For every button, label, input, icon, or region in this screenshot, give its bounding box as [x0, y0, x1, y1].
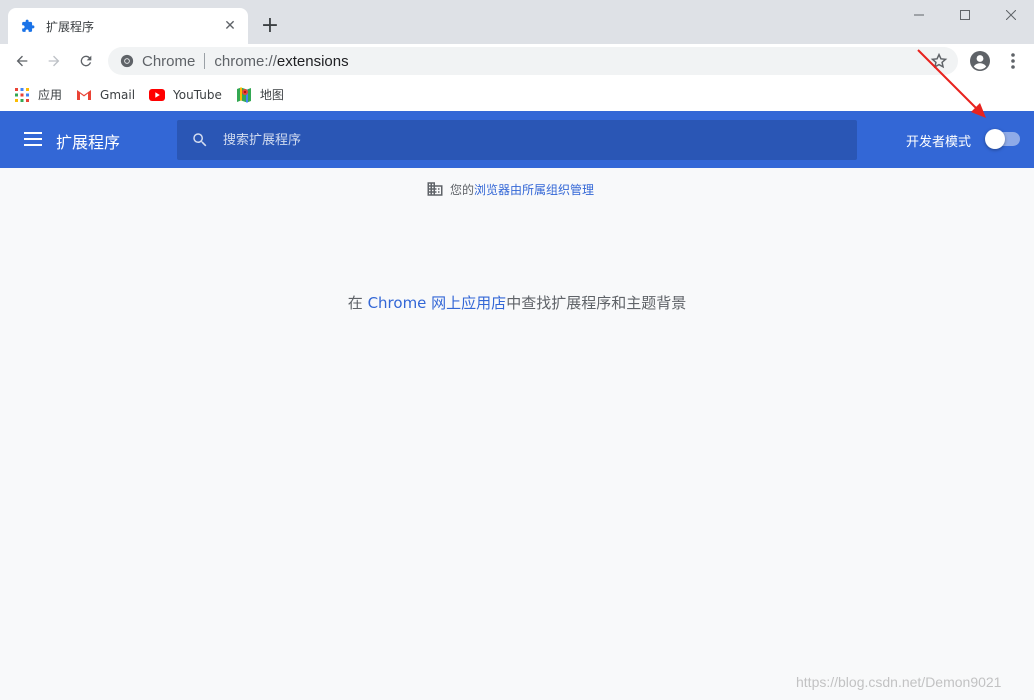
reload-icon[interactable] [73, 48, 99, 74]
managed-notice: 您的 浏览器由所属组织管理 [426, 180, 594, 198]
gmail-icon [76, 87, 93, 103]
webstore-link[interactable]: Chrome 网上应用店 [368, 294, 507, 312]
store-suffix: 中查找扩展程序和主题背景 [506, 294, 687, 312]
building-icon [427, 182, 443, 196]
close-tab-icon[interactable]: ✕ [222, 18, 238, 34]
managed-link[interactable]: 浏览器由所属组织管理 [474, 181, 594, 198]
toolbar: Chrome chrome://extensions [0, 44, 1034, 78]
url-text: chrome://extensions [214, 53, 348, 70]
bookmark-star-icon[interactable] [930, 52, 948, 70]
developer-mode-label: 开发者模式 [906, 135, 972, 150]
more-menu-icon[interactable] [1003, 49, 1023, 73]
minimize-icon[interactable] [896, 0, 942, 30]
chrome-icon [120, 54, 134, 68]
maps-icon [236, 87, 252, 103]
tab-extensions[interactable]: 扩展程序 ✕ [8, 8, 248, 44]
bookmark-label: Gmail [100, 87, 136, 102]
bookmark-apps[interactable]: 应用 [14, 86, 62, 103]
puzzle-icon [20, 18, 36, 34]
forward-arrow-icon[interactable] [41, 48, 67, 74]
url-path: extensions [276, 52, 349, 70]
back-arrow-icon[interactable] [9, 48, 35, 74]
tab-strip: 扩展程序 ✕ + [0, 0, 1034, 44]
bookmark-label: 地图 [259, 88, 284, 102]
bookmark-gmail[interactable]: Gmail [76, 87, 135, 103]
search-box[interactable] [177, 120, 857, 160]
omnibox-divider [204, 53, 206, 69]
bookmarks-bar: 应用 Gmail YouTube 地图 [0, 78, 1034, 111]
watermark: https://blog.csdn.net/Demon9021 [796, 674, 1002, 690]
youtube-icon [149, 87, 166, 103]
profile-avatar-icon[interactable] [968, 49, 992, 73]
url-scheme: chrome:// [214, 52, 277, 70]
address-bar[interactable]: Chrome chrome://extensions [108, 47, 958, 75]
tab-title: 扩展程序 [46, 19, 95, 34]
page-chip: Chrome [142, 52, 196, 70]
extensions-header: 扩展程序 开发者模式 [0, 111, 1034, 168]
developer-mode-toggle[interactable] [985, 129, 1020, 149]
store-prefix: 在 [347, 294, 368, 312]
bookmark-youtube[interactable]: YouTube [149, 87, 222, 103]
hamburger-menu-icon[interactable] [24, 131, 44, 147]
search-icon [193, 133, 207, 147]
search-input[interactable] [223, 132, 823, 148]
managed-prefix: 您的 [450, 182, 475, 197]
toggle-knob [985, 129, 1005, 149]
page-title: 扩展程序 [56, 133, 121, 152]
bookmark-maps[interactable]: 地图 [236, 86, 284, 103]
new-tab-button[interactable]: + [258, 14, 282, 38]
bookmark-label: YouTube [173, 87, 222, 102]
store-message: 在 Chrome 网上应用店中查找扩展程序和主题背景 [0, 292, 1034, 313]
close-icon[interactable] [988, 0, 1034, 30]
bookmark-label: 应用 [38, 88, 63, 102]
maximize-icon[interactable] [942, 0, 988, 30]
apps-grid-icon [14, 87, 30, 103]
